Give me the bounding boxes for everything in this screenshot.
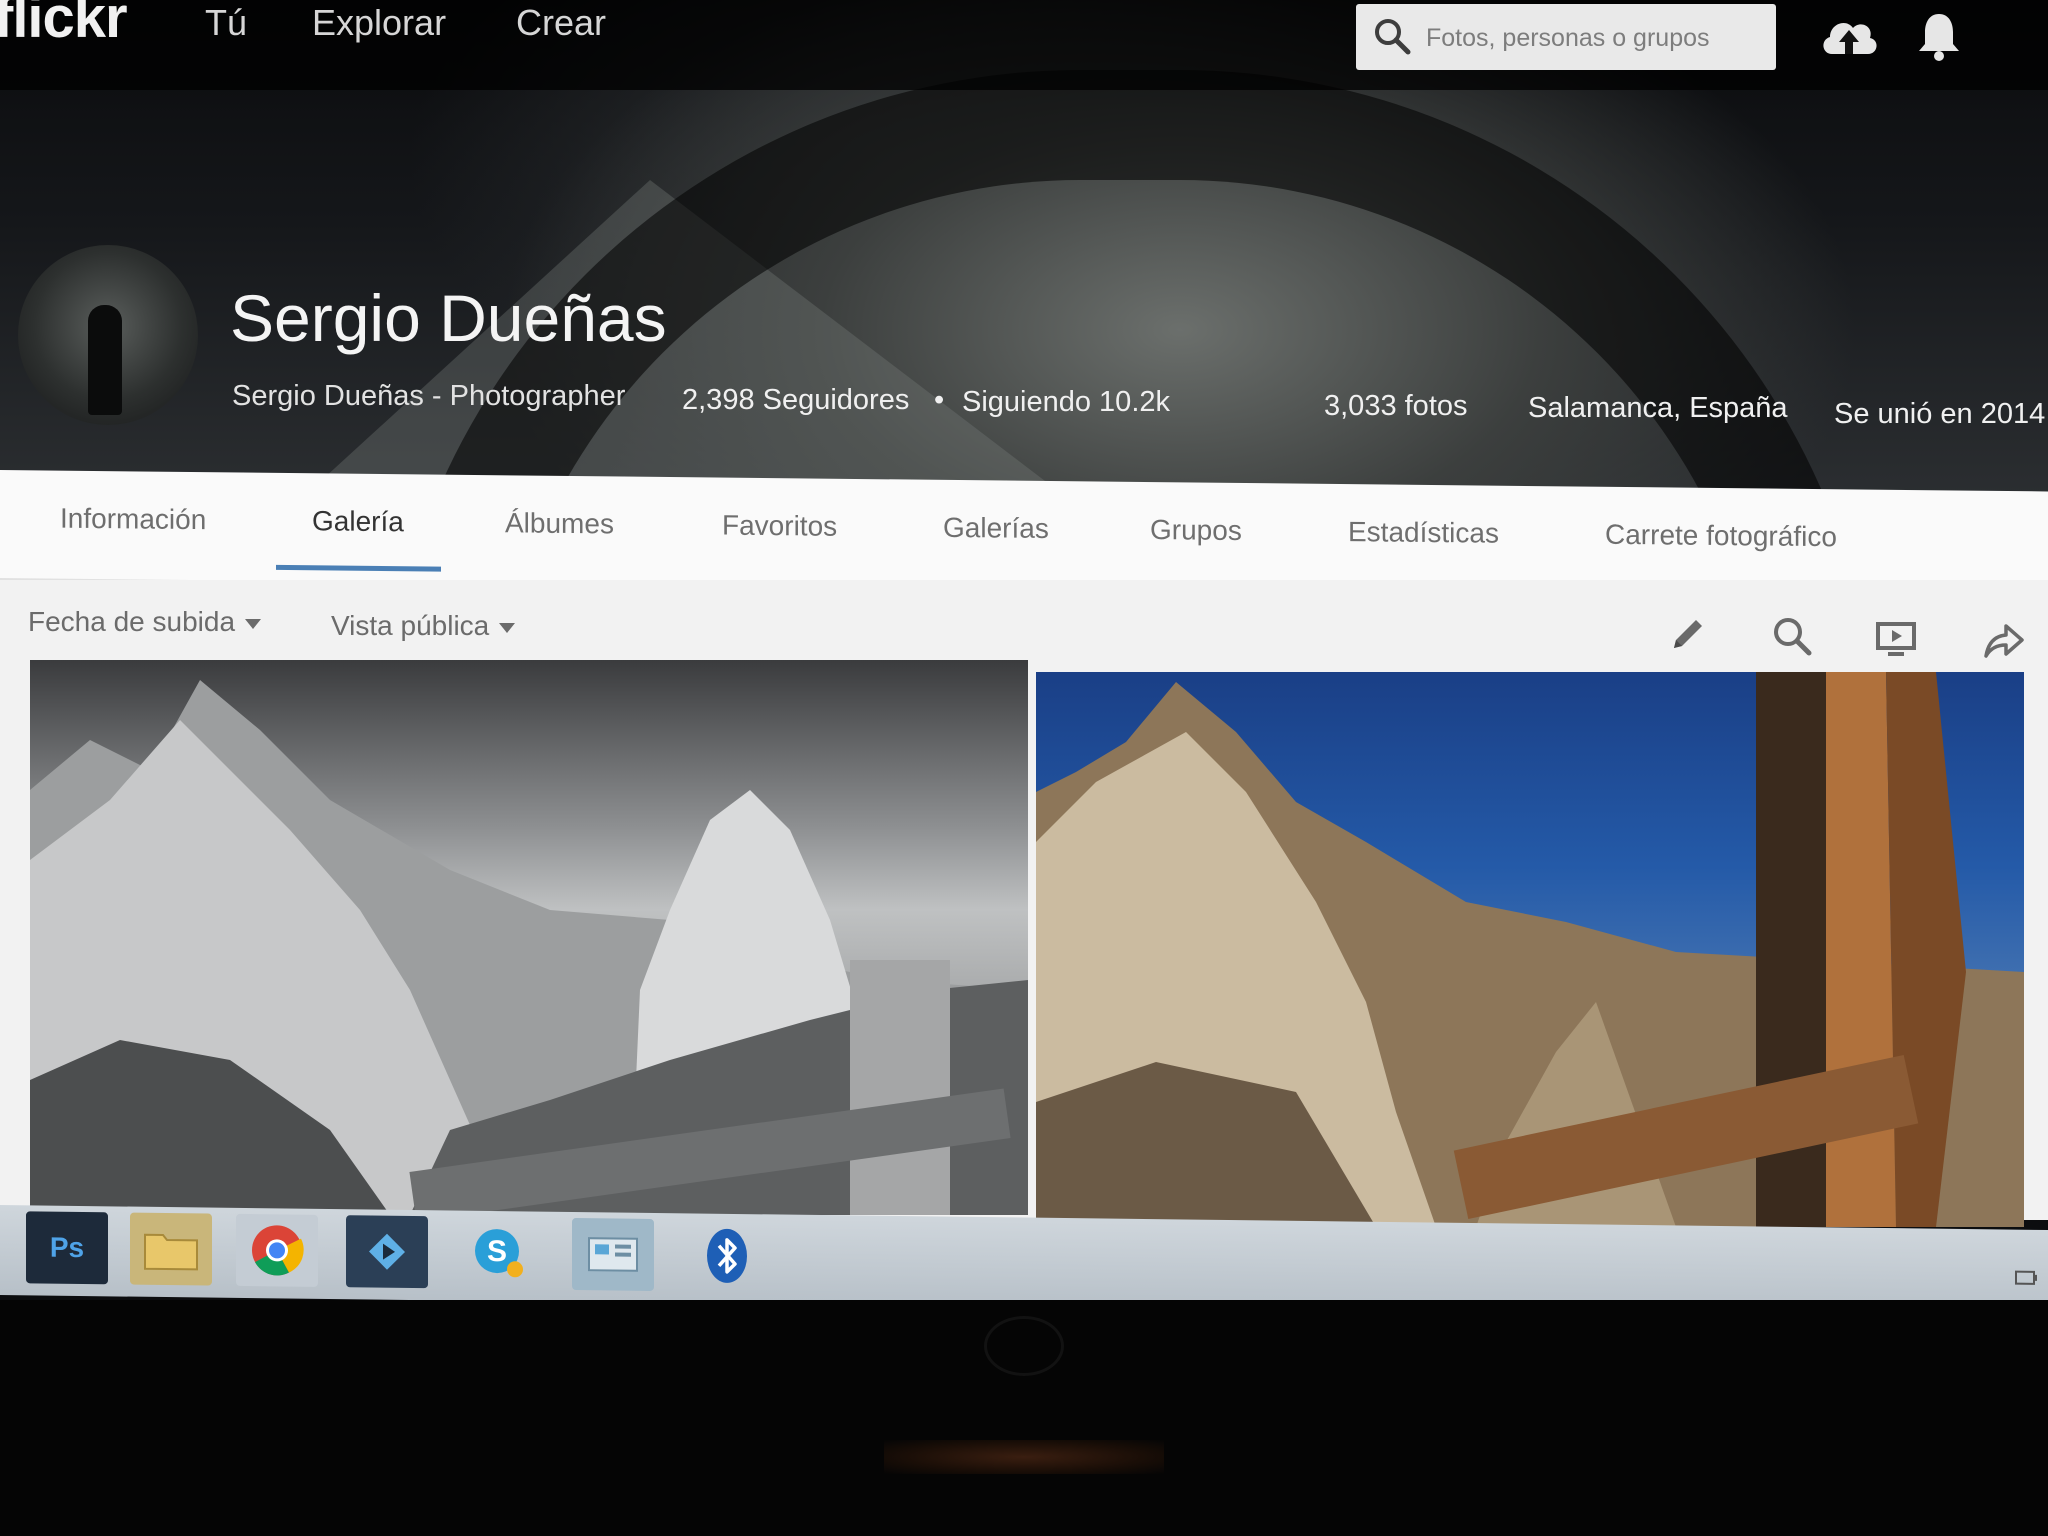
screen: flickr Tú Explorar Crear Sergio Dueñas S… bbox=[0, 0, 2048, 1300]
search-box[interactable] bbox=[1356, 4, 1776, 70]
followers-link[interactable]: 2,398 Seguidores bbox=[682, 384, 909, 417]
tab-favoritos[interactable]: Favoritos bbox=[722, 510, 837, 543]
following-link[interactable]: Siguiendo 10.2k bbox=[962, 386, 1170, 419]
share-icon[interactable] bbox=[1982, 618, 2026, 662]
active-tab-indicator bbox=[276, 564, 441, 572]
tab-informacion[interactable]: Información bbox=[60, 503, 206, 537]
tab-galeria[interactable]: Galería bbox=[312, 505, 404, 538]
profile-name: Sergio Dueñas bbox=[230, 281, 667, 355]
svg-text:S: S bbox=[487, 1235, 507, 1268]
bluetooth-icon[interactable] bbox=[686, 1219, 768, 1292]
joined-date: Se unió en 2014 bbox=[1834, 398, 2046, 430]
chevron-down-icon bbox=[245, 618, 262, 629]
file-explorer-icon[interactable] bbox=[130, 1212, 212, 1286]
tab-estadisticas[interactable]: Estadísticas bbox=[1348, 516, 1499, 550]
search-input[interactable] bbox=[1426, 18, 1766, 58]
photo-grid bbox=[0, 660, 2048, 1227]
skype-icon[interactable]: S bbox=[458, 1217, 540, 1290]
pencil-icon[interactable] bbox=[1666, 612, 1710, 656]
gallery-photo-color-rocks[interactable] bbox=[1036, 672, 2024, 1227]
color-rocks-illustration bbox=[1036, 672, 2024, 1227]
photoshop-icon[interactable]: Ps bbox=[26, 1211, 108, 1285]
sort-dropdown[interactable]: Fecha de subida bbox=[28, 606, 262, 638]
view-dropdown[interactable]: Vista pública bbox=[331, 610, 516, 642]
folder-icon bbox=[144, 1233, 198, 1271]
search-icon bbox=[1375, 19, 1411, 55]
search-icon[interactable] bbox=[1770, 614, 1814, 658]
media-player-icon[interactable] bbox=[346, 1215, 428, 1289]
photoshop-label: Ps bbox=[49, 1231, 85, 1264]
gallery-toolbar: Fecha de subida Vista pública bbox=[0, 580, 2048, 672]
skype-logo-icon: S bbox=[475, 1229, 523, 1278]
play-diamond-icon bbox=[369, 1233, 405, 1270]
sort-dropdown-label: Fecha de subida bbox=[28, 606, 236, 637]
photo-count: 3,033 fotos bbox=[1324, 390, 1468, 422]
control-panel-icon[interactable] bbox=[572, 1217, 654, 1291]
tab-carrete-fotografico[interactable]: Carrete fotográfico bbox=[1605, 519, 1837, 553]
slideshow-icon[interactable] bbox=[1874, 616, 1918, 660]
profile-location: Salamanca, España bbox=[1528, 392, 1788, 424]
avatar[interactable] bbox=[18, 245, 198, 425]
top-navigation: flickr Tú Explorar Crear bbox=[0, 0, 2048, 90]
nav-link-tu[interactable]: Tú bbox=[205, 2, 247, 44]
hp-logo-icon bbox=[984, 1316, 1064, 1376]
tab-albumes[interactable]: Álbumes bbox=[505, 507, 614, 540]
avatar-silhouette bbox=[88, 305, 122, 415]
view-dropdown-label: Vista pública bbox=[331, 610, 490, 641]
nav-link-crear[interactable]: Crear bbox=[516, 2, 606, 44]
tab-grupos[interactable]: Grupos bbox=[1150, 514, 1242, 547]
chevron-down-icon bbox=[499, 622, 516, 633]
profile-subtitle: Sergio Dueñas - Photographer bbox=[232, 380, 626, 412]
flickr-logo[interactable]: flickr bbox=[0, 0, 128, 51]
stats-separator: • bbox=[934, 384, 945, 416]
notifications-bell-icon[interactable] bbox=[1916, 10, 1962, 62]
hinge-light bbox=[884, 1440, 1164, 1474]
upload-cloud-icon[interactable] bbox=[1818, 10, 1880, 62]
chrome-icon[interactable] bbox=[236, 1213, 318, 1287]
battery-tray-icon[interactable] bbox=[2012, 1264, 2040, 1292]
nav-link-explorar[interactable]: Explorar bbox=[312, 2, 446, 44]
chrome-logo-icon bbox=[252, 1225, 304, 1276]
bw-rocks-illustration bbox=[30, 680, 1028, 1215]
bluetooth-glyph-icon bbox=[707, 1228, 747, 1283]
gallery-photo-bw-rocks[interactable] bbox=[30, 660, 1028, 1215]
tab-galerias[interactable]: Galerías bbox=[943, 512, 1049, 545]
control-panel-glyph-icon bbox=[588, 1237, 638, 1272]
